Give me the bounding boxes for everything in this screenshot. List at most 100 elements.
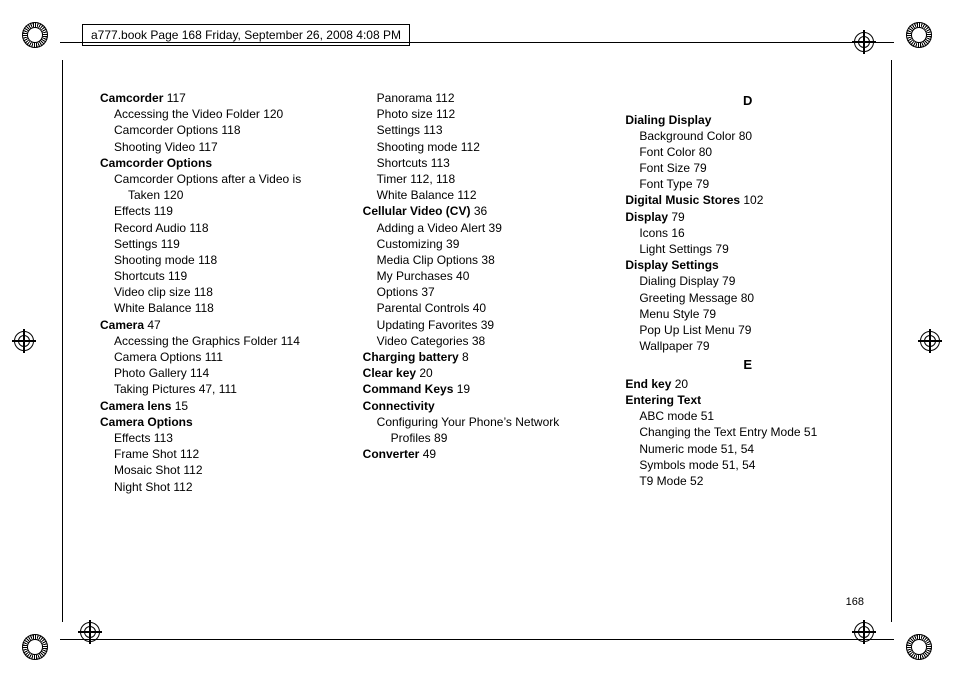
index-entry-text: Greeting Message — [639, 291, 737, 305]
index-entry-page: 16 — [668, 226, 685, 240]
index-entry-page: 49 — [419, 447, 436, 461]
index-entry-text: Photo Gallery — [114, 366, 187, 380]
index-entry-text: Camera lens — [100, 399, 171, 413]
index-entry-text: Parental Controls — [377, 301, 470, 315]
index-entry-page: 112 — [454, 188, 476, 202]
index-entry-text: ABC mode — [639, 409, 697, 423]
index-entry-text: Shortcuts — [114, 269, 165, 283]
index-entry-text: Camcorder Options — [100, 156, 212, 170]
index-entry-text: Pop Up List Menu — [639, 323, 734, 337]
index-entry: Display 79 — [625, 209, 870, 225]
registration-mark-icon — [852, 30, 876, 54]
page-header-meta: a777.book Page 168 Friday, September 26,… — [82, 24, 410, 46]
index-entry-page: 79 — [693, 177, 710, 191]
index-entry: Font Size 79 — [625, 160, 870, 176]
index-entry-text: Icons — [639, 226, 668, 240]
index-entry-text: Frame Shot — [114, 447, 177, 461]
index-entry-text: Display — [625, 210, 668, 224]
index-entry-page: 51, 54 — [717, 442, 754, 456]
index-entry: Taking Pictures 47, 111 — [100, 381, 345, 397]
index-entry: Shooting mode 118 — [100, 252, 345, 268]
index-entry: Cellular Video (CV) 36 — [363, 203, 608, 219]
index-entry: Dialing Display — [625, 112, 870, 128]
index-entry-text: Entering Text — [625, 393, 701, 407]
index-entry-page: 112 — [433, 107, 455, 121]
index-entry-text: Camera Options — [114, 350, 201, 364]
index-entry: Panorama 112 — [363, 90, 608, 106]
index-entry: Background Color 80 — [625, 128, 870, 144]
index-page-body: Camcorder 117Accessing the Video Folder … — [100, 90, 870, 610]
index-entry: Mosaic Shot 112 — [100, 462, 345, 478]
index-entry-text: Camera Options — [100, 415, 193, 429]
index-entry-page: 120 — [260, 107, 283, 121]
index-entry-text: Shooting mode — [114, 253, 195, 267]
index-entry-text: Converter — [363, 447, 420, 461]
index-entry-text: Configuring Your Phone’s Network — [377, 415, 560, 429]
index-entry-page: 20 — [416, 366, 433, 380]
index-entry: Shooting Video 117 — [100, 139, 345, 155]
index-section-letter: E — [625, 356, 870, 374]
index-entry-page: 79 — [668, 210, 685, 224]
index-entry-text: Dialing Display — [625, 113, 711, 127]
index-entry: Font Color 80 — [625, 144, 870, 160]
index-entry: Dialing Display 79 — [625, 273, 870, 289]
index-entry-page: 37 — [418, 285, 435, 299]
index-entry: Photo size 112 — [363, 106, 608, 122]
index-entry-page: 51, 54 — [719, 458, 756, 472]
crop-line-bottom — [60, 639, 894, 640]
index-entry-text: Panorama — [377, 91, 432, 105]
index-entry-text: Command Keys — [363, 382, 454, 396]
index-entry-text: T9 Mode — [639, 474, 686, 488]
index-entry-page: 117 — [195, 140, 217, 154]
index-entry: Parental Controls 40 — [363, 300, 608, 316]
index-entry-text: Light Settings — [639, 242, 712, 256]
index-entry: End key 20 — [625, 376, 870, 392]
index-entry-text: Shooting Video — [114, 140, 195, 154]
index-entry-page: 47, 111 — [195, 382, 237, 396]
index-entry-page: 79 — [712, 242, 729, 256]
index-entry: Shortcuts 113 — [363, 155, 608, 171]
index-entry-page: 114 — [277, 334, 299, 348]
index-entry-text: Camera — [100, 318, 144, 332]
index-entry: Settings 113 — [363, 122, 608, 138]
index-entry: Timer 112, 118 — [363, 171, 608, 187]
crop-rosette-icon — [22, 22, 48, 48]
index-entry-page: 112 — [180, 463, 202, 477]
index-entry: Camcorder Options — [100, 155, 345, 171]
index-entry: Camera lens 15 — [100, 398, 345, 414]
index-entry: Changing the Text Entry Mode 51 — [625, 424, 870, 440]
index-entry: Numeric mode 51, 54 — [625, 441, 870, 457]
index-entry: My Purchases 40 — [363, 268, 608, 284]
index-entry-text: Symbols mode — [639, 458, 718, 472]
index-entry-page: 51 — [801, 425, 818, 439]
index-entry-text: My Purchases — [377, 269, 453, 283]
index-entry-text: Night Shot — [114, 480, 170, 494]
index-entry: Shortcuts 119 — [100, 268, 345, 284]
index-entry: Record Audio 118 — [100, 220, 345, 236]
index-entry-text: Accessing the Graphics Folder — [114, 334, 277, 348]
index-entry: Font Type 79 — [625, 176, 870, 192]
index-entry: Video Categories 38 — [363, 333, 608, 349]
index-entry: Frame Shot 112 — [100, 446, 345, 462]
index-entry-text: Updating Favorites — [377, 318, 478, 332]
index-entry: Pop Up List Menu 79 — [625, 322, 870, 338]
index-entry: Entering Text — [625, 392, 870, 408]
index-entry-page: 52 — [687, 474, 704, 488]
index-entry-text: Customizing — [377, 237, 443, 251]
index-entry-page: 118 — [191, 285, 213, 299]
index-entry-page: 51 — [697, 409, 714, 423]
index-entry-text: Mosaic Shot — [114, 463, 180, 477]
index-entry: Converter 49 — [363, 446, 608, 462]
index-entry: Clear key 20 — [363, 365, 608, 381]
index-entry: Video clip size 118 — [100, 284, 345, 300]
index-entry: Night Shot 112 — [100, 479, 345, 495]
index-entry: T9 Mode 52 — [625, 473, 870, 489]
index-entry-page: 111 — [201, 350, 223, 364]
index-entry-page: 8 — [459, 350, 469, 364]
index-entry-page: 112 — [457, 140, 479, 154]
index-entry-page: 39 — [485, 221, 502, 235]
index-entry-page: 79 — [690, 161, 707, 175]
index-entry: Accessing the Video Folder 120 — [100, 106, 345, 122]
index-entry-page: 118 — [186, 221, 208, 235]
index-entry-page: 117 — [163, 91, 185, 105]
